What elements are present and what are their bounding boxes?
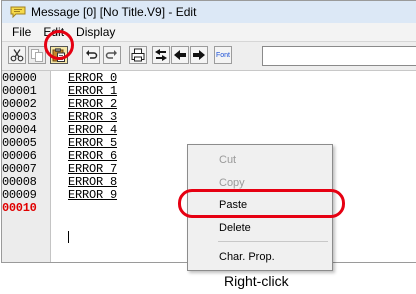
menu-item-char-prop[interactable]: Char. Prop. [219,249,275,265]
text-caret [68,231,69,243]
undo-icon [86,50,98,59]
menu-item-cut[interactable]: Cut [219,152,236,168]
undo-button[interactable] [82,46,100,64]
toolbar: Font [2,42,416,71]
previous-icon [174,50,186,60]
cut-icon [10,49,24,62]
menu-file[interactable]: File [2,25,37,39]
font-button-label: Font [215,51,230,59]
context-menu: Cut Copy Paste Delete Char. Prop. [187,144,333,271]
next-button[interactable] [190,46,208,64]
print-icon [131,48,145,62]
menu-item-paste[interactable]: Paste [219,197,247,213]
line-number: 00010 [2,201,37,215]
menu-edit[interactable]: Edit [37,25,70,39]
cut-button[interactable] [8,46,26,64]
print-button[interactable] [129,46,147,64]
menu-item-delete[interactable]: Delete [219,220,251,236]
next-icon [193,50,205,60]
window-title: Message [0] [No Title.V9] - Edit [31,5,197,19]
switch-button[interactable] [152,46,170,64]
title-bar: Message [0] [No Title.V9] - Edit [2,1,416,23]
paste-button[interactable] [50,46,68,64]
switch-icon [155,49,167,61]
message-line-text[interactable]: ERROR 9 [68,189,117,202]
paste-icon [52,48,65,62]
copy-button[interactable] [28,46,46,64]
menu-display[interactable]: Display [70,25,121,39]
copy-icon [31,49,43,62]
previous-button[interactable] [171,46,189,64]
text-field[interactable] [262,46,416,66]
message-icon [10,6,26,18]
menu-separator [218,241,328,242]
font-button[interactable]: Font [214,46,232,64]
menu-bar: File Edit Display [2,23,416,42]
menu-item-copy[interactable]: Copy [219,175,245,191]
redo-button[interactable] [103,46,121,64]
right-click-caption: Right-click [224,273,289,289]
redo-icon [105,50,117,59]
